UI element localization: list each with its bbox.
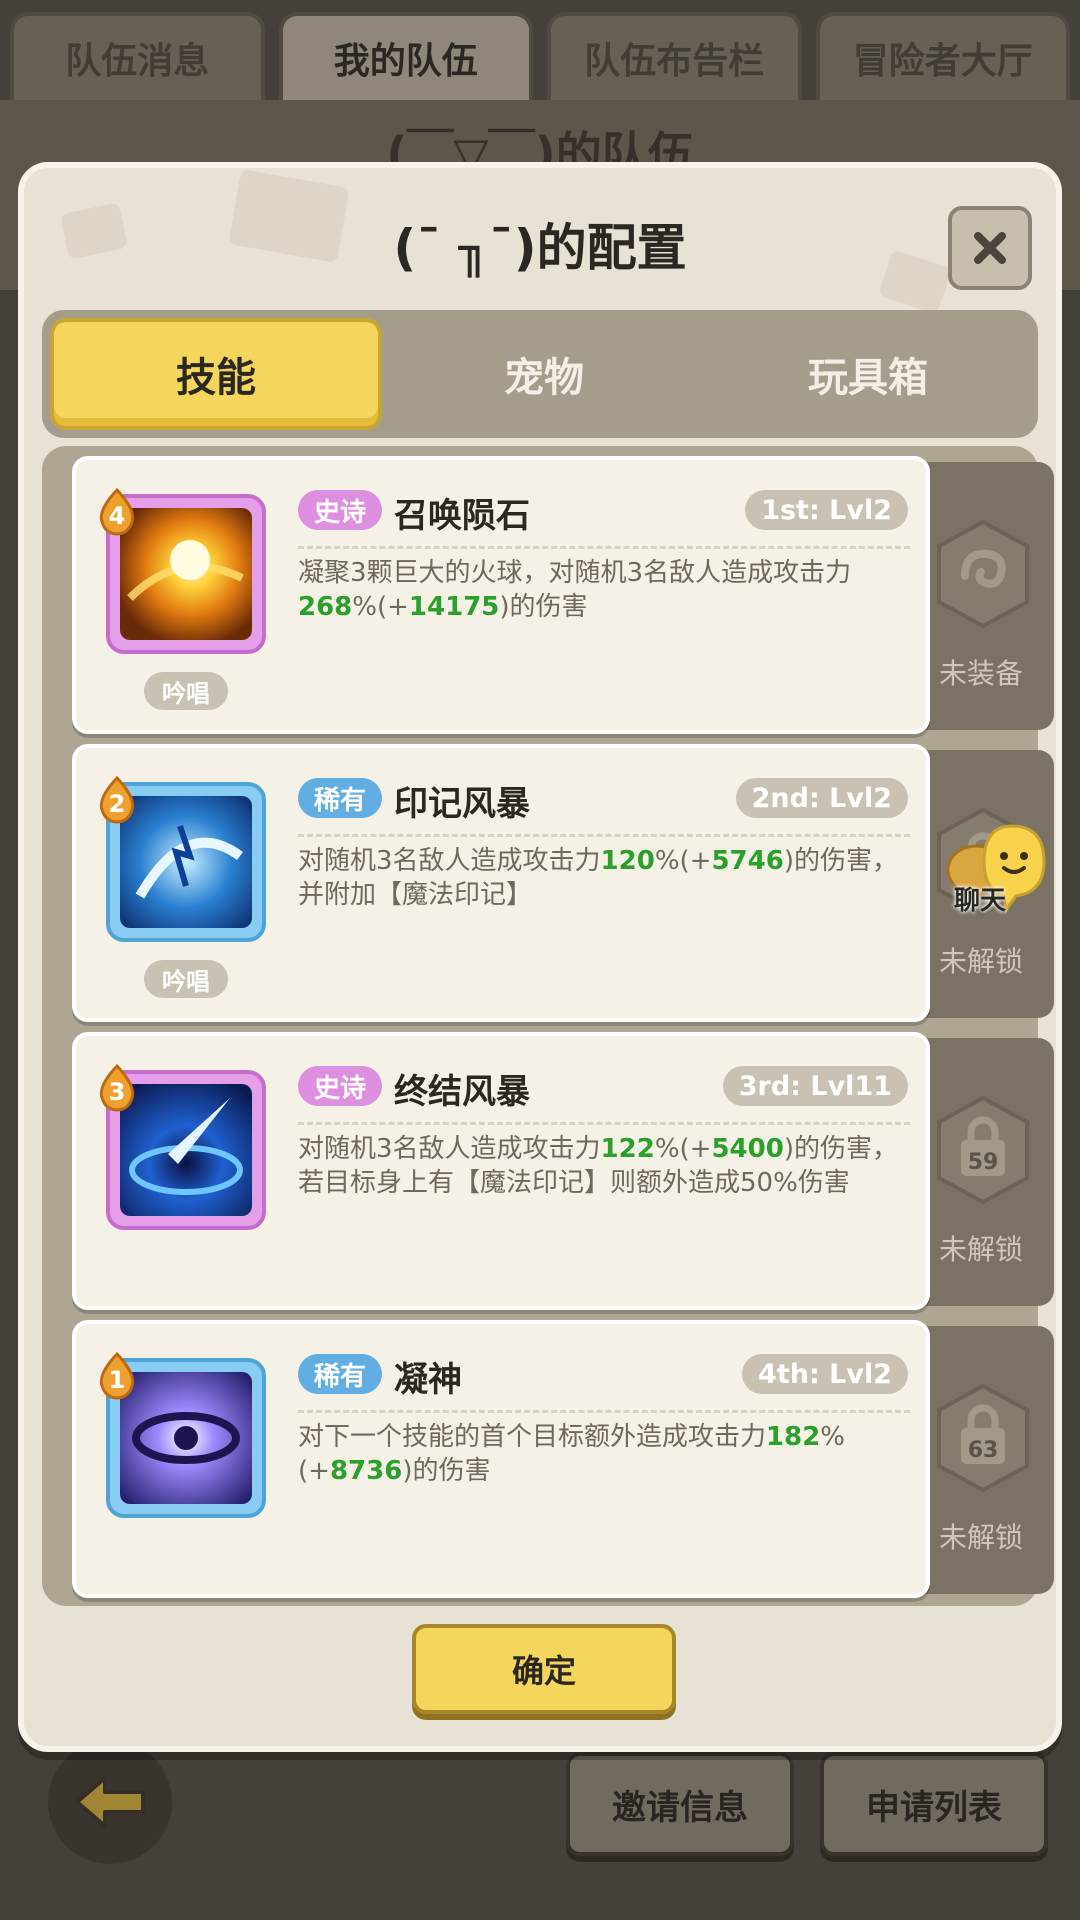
unlock-level: 59 <box>967 1150 999 1175</box>
skill-card[interactable]: 63 未解锁 1 稀有 凝神 4th: Lvl2 对下一个技能的首个目标额外造成… <box>72 1320 1054 1598</box>
tab-skills[interactable]: 技能 <box>50 318 382 430</box>
chant-tag: 吟唱 <box>144 672 228 710</box>
skill-name: 凝神 <box>394 1360 462 1400</box>
skill-order-number: 1 <box>108 1366 126 1394</box>
rarity-badge: 史诗 <box>298 1066 382 1106</box>
skill-description: 凝聚3颗巨大的火球，对随机3名敌人造成攻击力268%(+14175)的伤害 <box>298 558 852 622</box>
close-button[interactable] <box>948 206 1032 290</box>
skill-card[interactable]: 未装备 4 吟唱 史诗 召唤陨石 1st: Lvl2 凝聚3颗巨大的火球，对随机… <box>72 456 1054 734</box>
config-tab-bar: 技能 宠物 玩具箱 <box>42 310 1038 438</box>
skill-description: 对下一个技能的首个目标额外造成攻击力182%(+8736)的伤害 <box>298 1422 846 1486</box>
divider <box>298 834 910 837</box>
unlock-level: 63 <box>967 1438 999 1463</box>
final-storm-skill-icon <box>120 1084 252 1216</box>
skill-level: 3rd: Lvl11 <box>722 1066 908 1106</box>
divider <box>298 546 910 549</box>
skill-level: 4th: Lvl2 <box>742 1354 908 1394</box>
skill-order-number: 2 <box>108 790 126 818</box>
skill-info: 1 稀有 凝神 4th: Lvl2 对下一个技能的首个目标额外造成攻击力182%… <box>72 1320 930 1598</box>
divider <box>298 1410 910 1413</box>
skill-name: 终结风暴 <box>394 1072 530 1112</box>
skill-order-number: 3 <box>108 1078 126 1106</box>
chant-tag: 吟唱 <box>144 960 228 998</box>
confirm-button[interactable]: 确定 <box>412 1624 676 1714</box>
rarity-badge: 稀有 <box>298 778 382 818</box>
skill-name: 召唤陨石 <box>394 496 530 536</box>
skill-card[interactable]: 未解锁 2 吟唱 稀有 印记风暴 2nd: Lvl2 对随机3名敌人造成攻击力1… <box>72 744 1054 1022</box>
skill-level: 2nd: Lvl2 <box>735 778 908 818</box>
skill-name: 印记风暴 <box>394 784 530 824</box>
tab-toybox[interactable]: 玩具箱 <box>706 318 1030 430</box>
skill-order-number: 4 <box>108 502 126 530</box>
skill-description: 对随机3名敌人造成攻击力120%(+5746)的伤害，并附加【魔法印记】 <box>298 846 898 910</box>
dialog-title: (¯ ╖¯)的配置 <box>393 219 687 277</box>
skill-level: 1st: Lvl2 <box>745 490 908 530</box>
skill-card[interactable]: 59 未解锁 3 史诗 终结风暴 3rd: Lvl11 对随机3名敌人造成攻击力… <box>72 1032 1054 1310</box>
skill-info: 4 吟唱 史诗 召唤陨石 1st: Lvl2 凝聚3颗巨大的火球，对随机3名敌人… <box>72 456 930 734</box>
mark-storm-skill-icon <box>120 796 252 928</box>
close-icon <box>974 232 1006 264</box>
rarity-badge: 史诗 <box>298 490 382 530</box>
config-dialog: (¯ ╖¯)的配置 技能 宠物 玩具箱 未装备 4 吟唱 史诗 召唤陨石 1st… <box>18 162 1062 1752</box>
focus-skill-icon <box>120 1372 252 1504</box>
tab-pets[interactable]: 宠物 <box>382 318 706 430</box>
chat-label: 聊天 <box>954 886 1007 916</box>
skill-info: 3 史诗 终结风暴 3rd: Lvl11 对随机3名敌人造成攻击力122%(+5… <box>72 1032 930 1310</box>
skill-info: 2 吟唱 稀有 印记风暴 2nd: Lvl2 对随机3名敌人造成攻击力120%(… <box>72 744 930 1022</box>
skill-description: 对随机3名敌人造成攻击力122%(+5400)的伤害，若目标身上有【魔法印记】则… <box>298 1134 898 1198</box>
unequipped-slot-icon <box>937 519 1029 629</box>
skill-list: 未装备 4 吟唱 史诗 召唤陨石 1st: Lvl2 凝聚3颗巨大的火球，对随机… <box>42 446 1054 1606</box>
meteor-skill-icon <box>120 508 252 640</box>
rarity-badge: 稀有 <box>298 1354 382 1394</box>
divider <box>298 1122 910 1125</box>
